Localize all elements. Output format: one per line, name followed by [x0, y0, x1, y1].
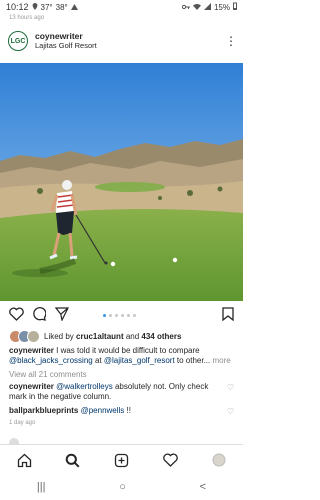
carousel-dots: [103, 314, 136, 317]
post-caption: coynewriter I was told it would be diffi…: [9, 346, 235, 367]
likes-text: Liked by cruc1altaunt and 434 others: [44, 332, 181, 341]
previous-post-age: 13 hours ago: [9, 15, 45, 21]
post-actions: [0, 304, 243, 326]
liker-avatar: [27, 330, 40, 343]
comment-mention[interactable]: @walkertrolleys: [56, 382, 113, 391]
caption-mention[interactable]: @lajitas_golf_resort: [104, 356, 175, 365]
comment-like-icon[interactable]: ♡: [227, 407, 234, 416]
carousel-dot: [115, 314, 118, 317]
warning-icon: [70, 3, 78, 12]
comment-username[interactable]: ballparkblueprints: [9, 406, 78, 415]
post-photo[interactable]: [0, 63, 243, 301]
carousel-dot: [103, 314, 106, 317]
carousel-dot: [109, 314, 112, 317]
liker-username[interactable]: cruc1altaunt: [76, 332, 124, 341]
caption-text: to other...: [174, 356, 211, 366]
caption-more-link[interactable]: more: [210, 356, 230, 365]
comment-like-icon[interactable]: ♡: [227, 383, 234, 392]
post-header: LGC coynewriter Lajitas Golf Resort ⋮: [0, 23, 243, 59]
carousel-dot: [121, 314, 124, 317]
temperature-2: 38°: [55, 2, 68, 12]
comment-username[interactable]: coynewriter: [9, 382, 54, 391]
recents-button[interactable]: |||: [37, 481, 46, 493]
comment-mention[interactable]: @pennwells: [81, 406, 125, 415]
golf-photo-illustration: [0, 63, 243, 301]
carousel-dot: [127, 314, 130, 317]
likes-row[interactable]: Liked by cruc1altaunt and 434 others: [9, 330, 181, 343]
add-icon[interactable]: [111, 450, 131, 470]
view-all-comments-link[interactable]: View all 21 comments: [9, 370, 87, 379]
profile-avatar-icon[interactable]: [209, 450, 229, 470]
bookmark-icon[interactable]: [222, 307, 234, 326]
wifi-icon: [192, 3, 201, 12]
carousel-dot: [133, 314, 136, 317]
comment-icon[interactable]: [32, 307, 47, 326]
comment: coynewriter @walkertrolleys absolutely n…: [9, 382, 221, 403]
system-nav-bar: ||| ○ <: [0, 474, 243, 500]
more-vertical-icon[interactable]: ⋮: [225, 34, 237, 48]
caption-text: I was told it would be difficult to comp…: [53, 346, 200, 355]
post-location[interactable]: Lajitas Golf Resort: [35, 41, 97, 51]
likes-count[interactable]: 434 others: [141, 332, 181, 341]
temperature-1: 37°: [40, 2, 53, 12]
battery-percent: 15%: [213, 2, 230, 12]
comment-text: !!: [124, 406, 131, 415]
bottom-tab-bar: [0, 444, 243, 475]
clock: 10:12: [6, 2, 29, 12]
comment: ballparkblueprints @pennwells !!: [9, 406, 221, 416]
signal-icon: [203, 2, 211, 12]
search-icon[interactable]: [63, 450, 83, 470]
logo-text: LGC: [10, 37, 26, 45]
post-age: 1 day ago: [9, 420, 36, 426]
home-icon[interactable]: [14, 450, 34, 470]
heart-icon[interactable]: [9, 307, 24, 326]
send-icon[interactable]: [54, 307, 69, 326]
back-button[interactable]: <: [200, 481, 206, 493]
home-button[interactable]: ○: [119, 481, 126, 493]
battery-icon: [233, 2, 237, 12]
account-avatar[interactable]: LGC: [8, 31, 28, 51]
likes-middle: and: [123, 332, 142, 341]
activity-heart-icon[interactable]: [160, 450, 180, 470]
location-icon: [32, 2, 38, 12]
likes-prefix: Liked by: [44, 332, 77, 341]
caption-text: at: [92, 356, 104, 366]
status-bar: 10:12 37° 38° 15%: [0, 0, 243, 14]
key-icon: [181, 3, 190, 12]
caption-mention[interactable]: @black_jacks_crossing: [9, 356, 93, 365]
caption-username[interactable]: coynewriter: [9, 346, 54, 355]
